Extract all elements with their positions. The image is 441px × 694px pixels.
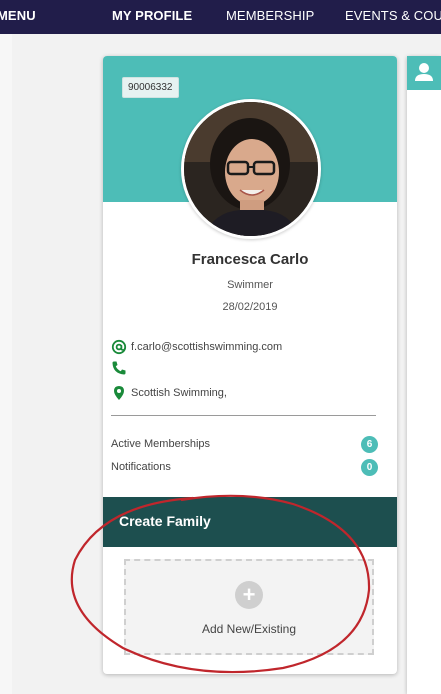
- active-memberships-count-badge: 6: [361, 436, 378, 453]
- nav-item-events[interactable]: EVENTS & COU: [345, 8, 441, 23]
- location-row: Scottish Swimming,: [111, 385, 227, 401]
- email-row[interactable]: f.carlo@scottishswimming.com: [111, 339, 282, 355]
- add-family-member-button[interactable]: + Add New/Existing: [124, 559, 374, 655]
- right-panel-header: [407, 56, 441, 90]
- notifications-count-badge: 0: [361, 459, 378, 476]
- user-icon: [407, 63, 441, 94]
- top-navigation: MENU MY PROFILE MEMBERSHIP EVENTS & COU: [0, 0, 441, 34]
- at-icon: [111, 339, 127, 355]
- profile-card: 90006332 Francesca Carlo Swimmer 28/02/2…: [103, 56, 397, 674]
- nav-item-membership[interactable]: MEMBERSHIP: [226, 8, 314, 23]
- profile-date: 28/02/2019: [222, 301, 278, 313]
- create-family-header: Create Family: [103, 497, 397, 547]
- create-family-title: Create Family: [119, 513, 211, 529]
- phone-icon: [111, 360, 127, 376]
- menu-button[interactable]: MENU: [0, 8, 36, 23]
- profile-name: Francesca Carlo: [191, 251, 309, 268]
- avatar[interactable]: [181, 99, 321, 239]
- profile-role: Swimmer: [227, 279, 273, 291]
- add-family-member-label: Add New/Existing: [201, 622, 297, 636]
- avatar-photo: [184, 102, 318, 236]
- menu-label: MENU: [0, 8, 36, 23]
- location-text: Scottish Swimming,: [131, 387, 227, 399]
- phone-row[interactable]: [111, 360, 131, 376]
- nav-item-my-profile[interactable]: MY PROFILE: [112, 8, 192, 23]
- map-pin-icon: [111, 385, 127, 401]
- plus-icon: +: [235, 581, 263, 609]
- member-id-badge: 90006332: [122, 77, 179, 98]
- right-panel: [407, 56, 441, 694]
- divider: [111, 415, 376, 416]
- active-memberships-label: Active Memberships: [111, 438, 211, 450]
- notifications-label: Notifications: [111, 461, 171, 473]
- left-strip: [0, 34, 12, 694]
- email-text: f.carlo@scottishswimming.com: [131, 341, 283, 353]
